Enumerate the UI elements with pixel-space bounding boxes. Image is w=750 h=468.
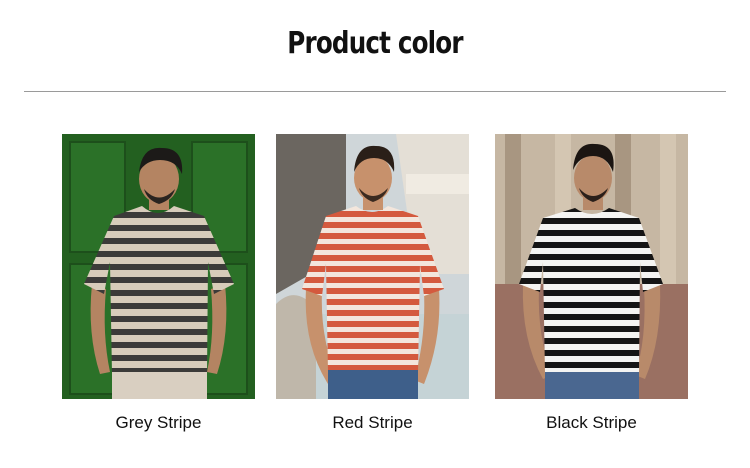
product-card-black-stripe[interactable]: Black Stripe	[495, 134, 688, 432]
product-photo-red-stripe	[276, 134, 469, 399]
product-caption: Red Stripe	[332, 413, 413, 432]
product-caption: Grey Stripe	[115, 413, 202, 432]
product-caption: Black Stripe	[546, 413, 637, 432]
product-card-grey-stripe[interactable]: Grey Stripe	[62, 134, 255, 432]
product-photo-grey-stripe	[62, 134, 255, 399]
header: Product color	[0, 0, 750, 92]
product-photo-black-stripe	[495, 134, 688, 399]
divider	[24, 91, 726, 92]
product-card-red-stripe[interactable]: Red Stripe	[276, 134, 469, 432]
page-title: Product color	[287, 26, 463, 61]
